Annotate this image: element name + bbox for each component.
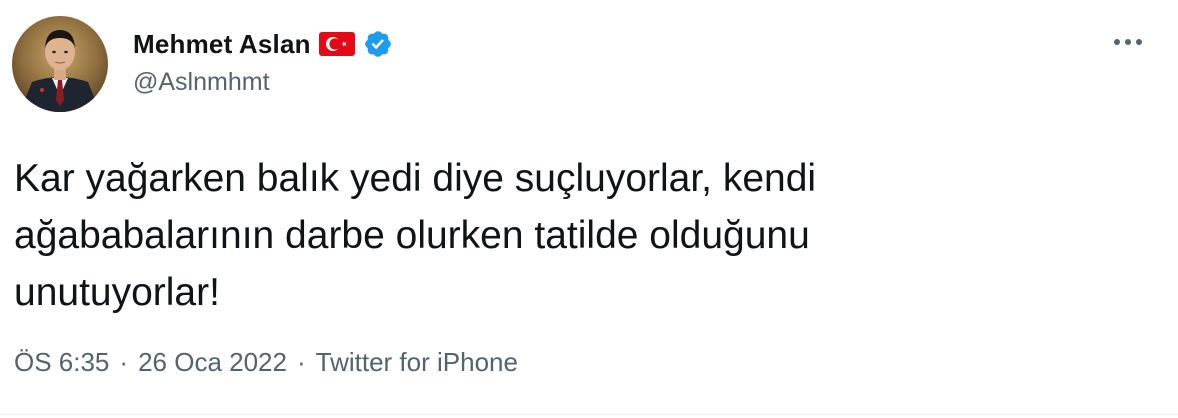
meta-separator: · (119, 347, 129, 377)
tweet-meta: ÖS 6:35 · 26 Oca 2022 · Twitter for iPho… (14, 347, 518, 378)
tweet-timestamp-date[interactable]: 26 Oca 2022 (138, 347, 287, 378)
avatar[interactable] (12, 16, 108, 112)
tweet-text: Kar yağarken balık yedi diye suçluyorlar… (14, 157, 817, 314)
tweet-timestamp-time[interactable]: ÖS 6:35 (14, 347, 109, 378)
verified-badge-icon (363, 29, 393, 59)
author-name-row: Mehmet Aslan (133, 26, 393, 62)
divider (0, 414, 1178, 415)
tweet-card: Mehmet Aslan @Aslnmhmt Kar yağarken balı… (0, 0, 1178, 418)
tweet-source-link[interactable]: Twitter for iPhone (316, 347, 518, 378)
more-horizontal-icon (1114, 39, 1142, 45)
author-name[interactable]: Mehmet Aslan (133, 29, 311, 60)
avatar-image (12, 16, 108, 112)
author-handle[interactable]: @Aslnmhmt (133, 68, 270, 97)
meta-separator: · (296, 347, 306, 377)
more-options-button[interactable] (1108, 26, 1148, 58)
turkey-flag-icon (318, 32, 355, 56)
